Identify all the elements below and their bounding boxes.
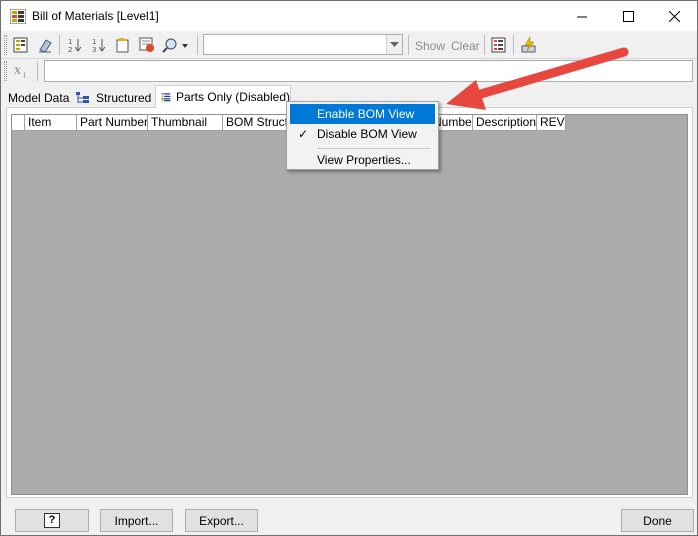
toolbar-separator — [484, 35, 485, 55]
bom-app-icon — [10, 9, 26, 24]
menu-item-label: Disable BOM View — [317, 127, 417, 141]
renumber-icon: 13 — [92, 38, 106, 53]
formula-input[interactable] — [44, 60, 693, 82]
tab-label: Model Data — [8, 90, 70, 105]
tab-parts-only[interactable]: Parts Only (Disabled) — [155, 85, 291, 108]
column-header-description[interactable]: Description — [473, 115, 537, 131]
tab-context-menu: Enable BOM View ✓ Disable BOM View View … — [286, 101, 439, 170]
edit-button[interactable] — [35, 35, 55, 55]
item-override-button[interactable] — [113, 35, 133, 55]
tab-structured[interactable]: Structured — [75, 88, 151, 107]
minimize-icon — [576, 16, 587, 17]
window-title: Bill of Materials [Level1] — [32, 9, 159, 23]
close-icon — [668, 10, 680, 22]
filter-combo-dropdown[interactable] — [386, 35, 402, 54]
find-dropdown-button[interactable] — [161, 35, 189, 55]
main-toolbar: 12 13 Show Clear — [1, 31, 697, 59]
help-icon: ? — [44, 513, 60, 528]
menu-item-disable-bom-view[interactable]: ✓ Disable BOM View — [290, 124, 435, 144]
table-export-icon — [491, 37, 506, 53]
menu-item-enable-bom-view[interactable]: Enable BOM View — [290, 104, 435, 124]
menu-item-label: View Properties... — [317, 153, 411, 167]
toolbar-grip[interactable] — [4, 61, 7, 81]
done-button[interactable]: Done — [621, 509, 694, 532]
toolbar-grip[interactable] — [4, 35, 7, 55]
menu-separator — [317, 148, 430, 149]
column-header-selector[interactable] — [12, 115, 25, 131]
update-mass-button[interactable] — [519, 35, 539, 55]
svg-text:3: 3 — [92, 46, 96, 53]
view-options-button[interactable] — [137, 35, 157, 55]
formula-button[interactable]: x↓ — [11, 61, 31, 81]
checkmark-icon: ✓ — [298, 127, 309, 141]
close-button[interactable] — [651, 1, 697, 31]
chevron-down-icon — [390, 42, 399, 47]
eraser-icon — [39, 39, 52, 53]
toolbar-separator — [197, 35, 198, 55]
column-header-item[interactable]: Item — [25, 115, 77, 131]
bom-settings-button[interactable] — [11, 35, 31, 55]
column-header-number[interactable]: Number — [433, 115, 473, 131]
magnifier-icon — [162, 38, 188, 53]
view-options-icon — [139, 37, 154, 52]
menu-item-view-properties[interactable]: View Properties... — [290, 150, 435, 170]
toolbar-separator — [37, 61, 38, 81]
bom-window: Bill of Materials [Level1] 12 13 Show Cl… — [0, 0, 698, 536]
toolbar-separator — [59, 35, 60, 55]
tab-label: Structured — [96, 90, 152, 105]
svg-text:1: 1 — [92, 38, 96, 46]
sort-button[interactable]: 12 — [65, 35, 85, 55]
clear-button[interactable]: Clear — [451, 39, 480, 53]
bom-settings-icon — [13, 37, 28, 53]
column-header-part-number[interactable]: Part Number — [77, 115, 148, 131]
lightning-icon — [521, 37, 536, 53]
sort-icon: 12 — [68, 38, 82, 53]
column-header-rev[interactable]: REV — [537, 115, 566, 131]
parts-list-icon — [161, 93, 171, 102]
export-parts-button[interactable] — [489, 35, 509, 55]
item-override-icon — [116, 38, 129, 53]
maximize-icon — [622, 10, 634, 22]
show-button[interactable]: Show — [415, 39, 445, 53]
formula-bar: x↓ — [1, 59, 697, 85]
column-header-thumbnail[interactable]: Thumbnail — [148, 115, 223, 131]
svg-text:2: 2 — [68, 46, 72, 53]
toolbar-separator — [513, 35, 514, 55]
svg-text:1: 1 — [68, 38, 72, 46]
bom-grid[interactable]: Item Part Number Thumbnail BOM Structure… — [11, 114, 688, 495]
tab-label: Parts Only (Disabled) — [175, 90, 290, 104]
structured-tree-icon — [76, 91, 89, 103]
filter-combo[interactable] — [203, 34, 403, 55]
function-icon: x↓ — [13, 62, 29, 80]
toolbar-separator — [408, 35, 409, 55]
maximize-button[interactable] — [605, 1, 651, 31]
renumber-button[interactable]: 13 — [89, 35, 109, 55]
menu-item-label: Enable BOM View — [317, 107, 415, 121]
minimize-button[interactable] — [559, 1, 605, 31]
help-button[interactable]: ? — [15, 509, 89, 532]
export-button[interactable]: Export... — [185, 509, 258, 532]
title-bar: Bill of Materials [Level1] — [1, 1, 697, 31]
tab-model-data[interactable]: Model Data — [8, 88, 69, 107]
import-button[interactable]: Import... — [100, 509, 173, 532]
